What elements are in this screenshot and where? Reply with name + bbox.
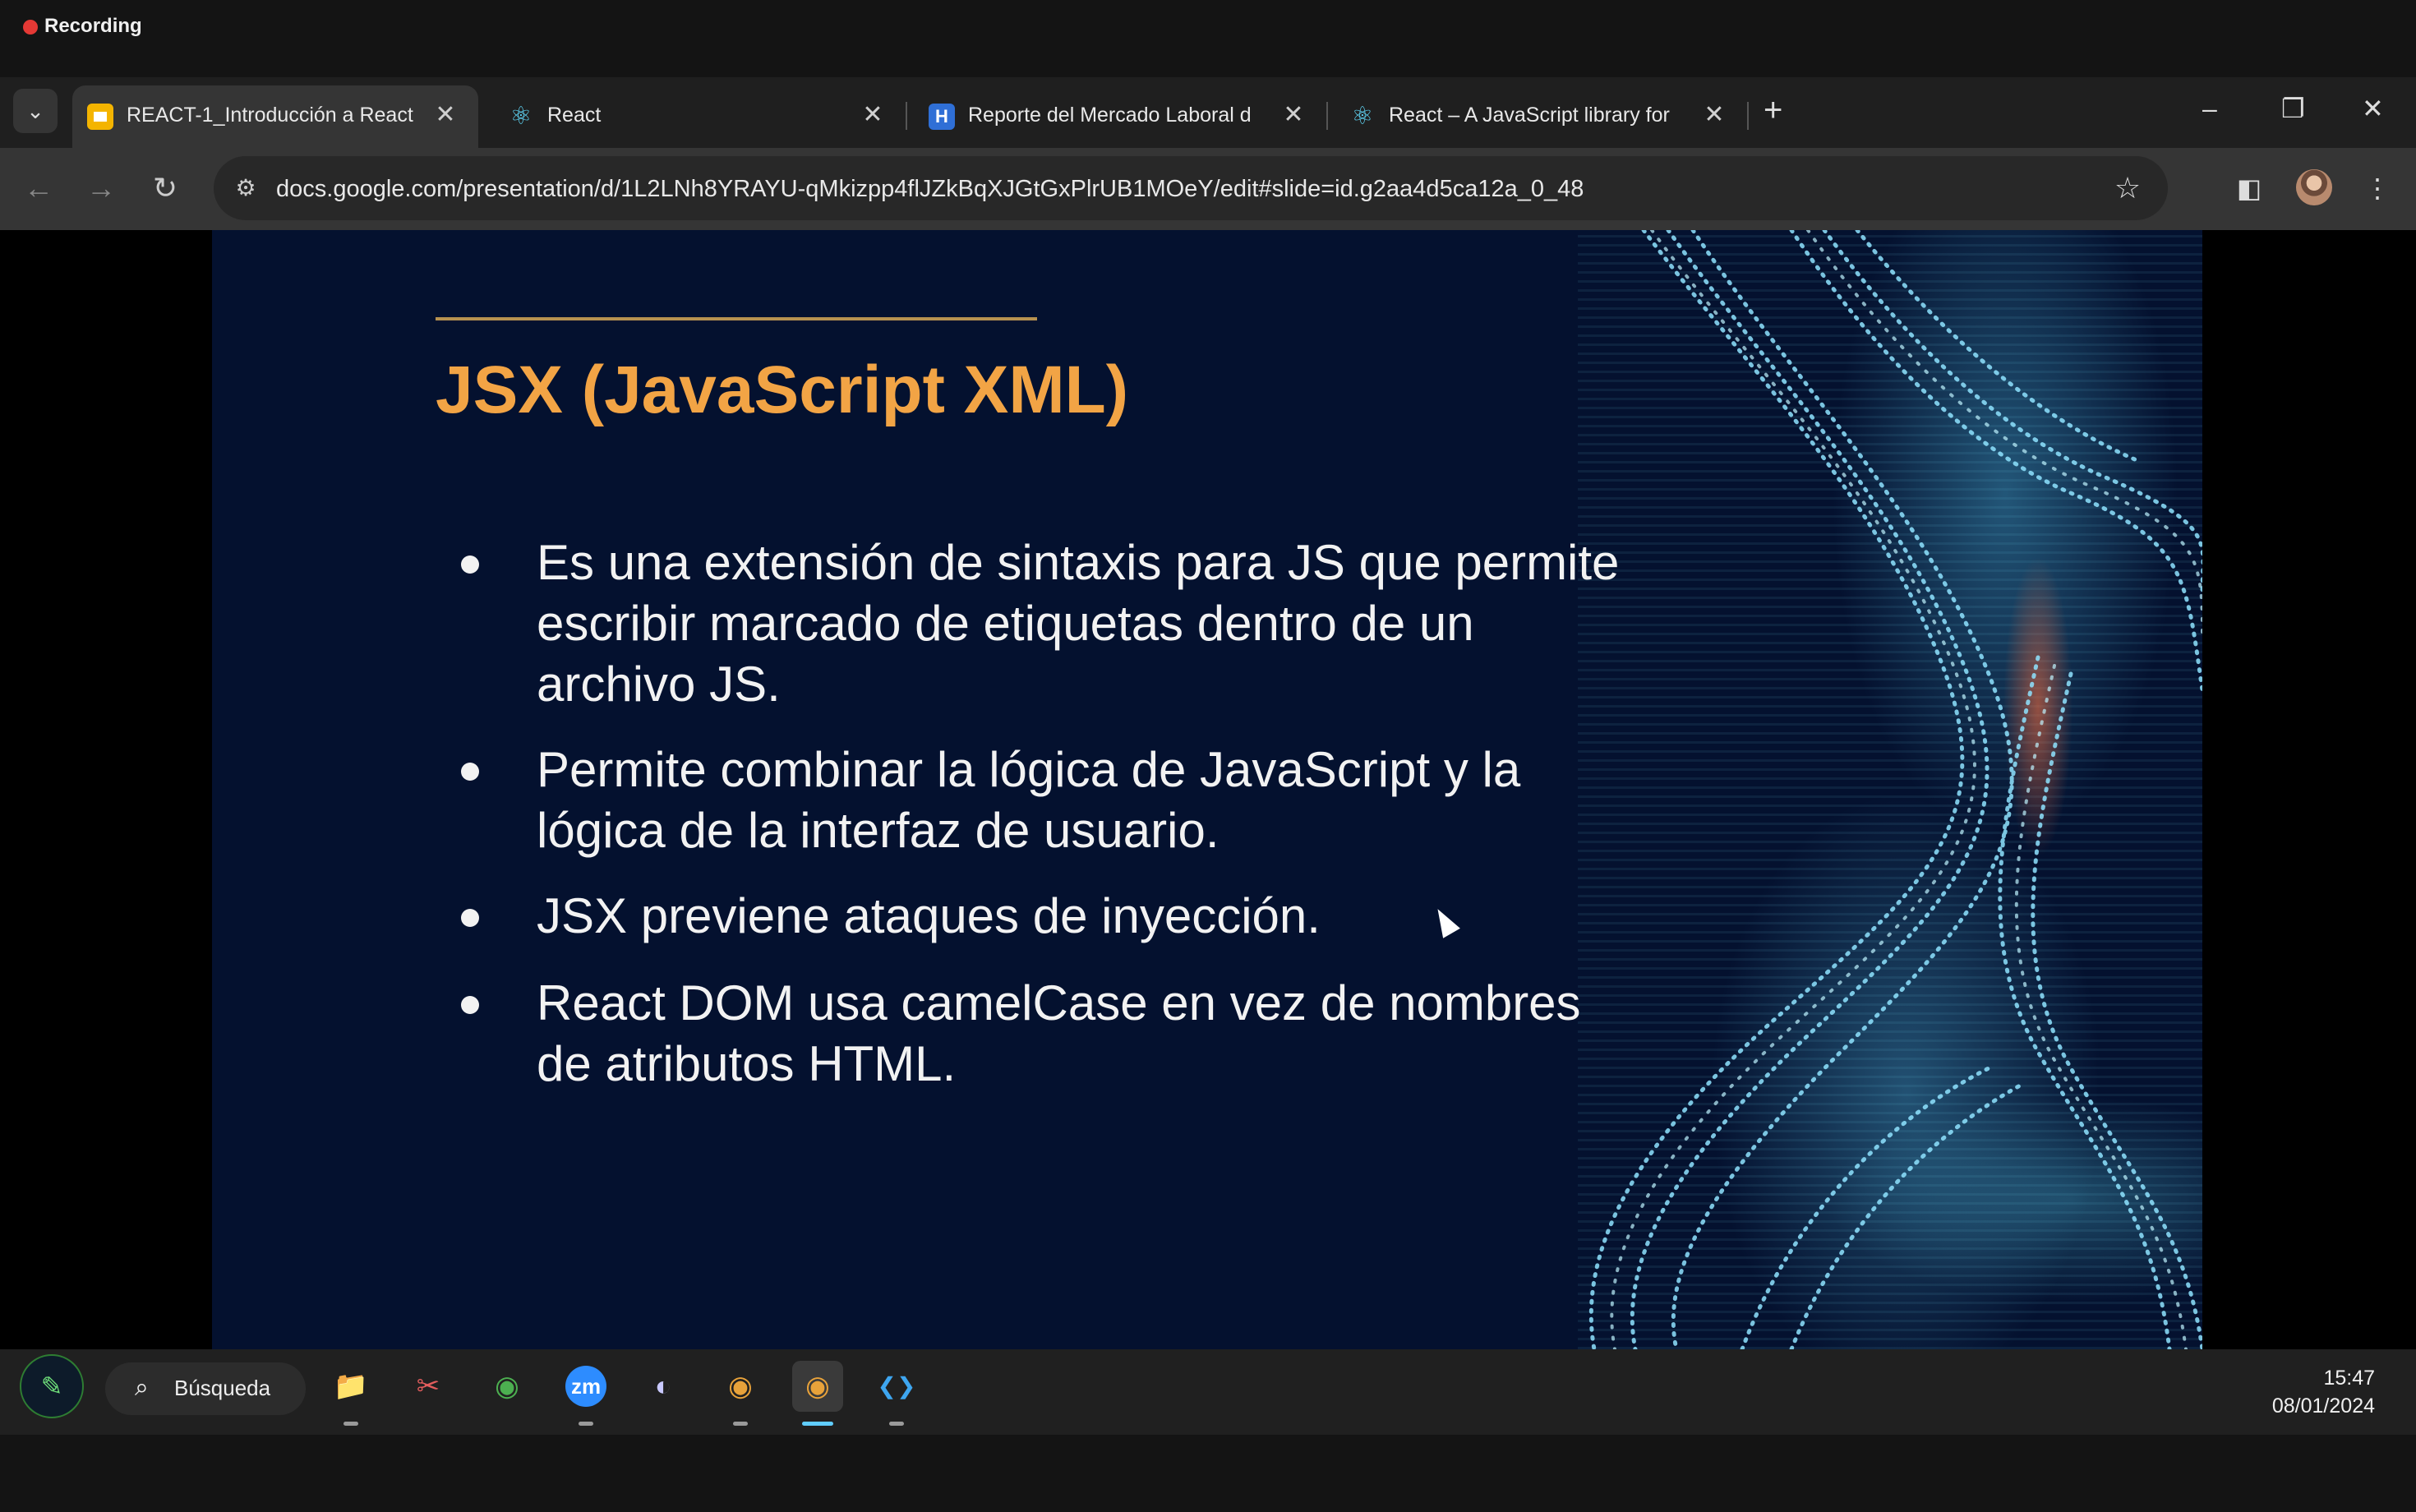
tab-close-icon[interactable]: ✕ (1279, 100, 1308, 130)
clock-date: 08/01/2024 (2271, 1394, 2375, 1418)
recording-bar: Recording (0, 0, 2416, 77)
eclipse-icon[interactable]: ◐ (638, 1361, 689, 1412)
taskbar-search[interactable]: ⌕ Búsqueda (105, 1362, 306, 1415)
bullet-item: Es una extensión de sintaxis para JS que… (459, 532, 1625, 715)
tab-react-library[interactable]: ⚛ React – A JavaScript library for ✕ (1335, 85, 1742, 148)
clock-time: 15:47 (2323, 1367, 2375, 1390)
bookmark-star-icon[interactable]: ☆ (2109, 169, 2146, 207)
search-icon: ⌕ (135, 1374, 149, 1401)
bullet-item: Permite combinar la lógica de JavaScript… (459, 740, 1625, 861)
forward-button[interactable]: → (81, 168, 122, 209)
title-divider (436, 317, 1037, 320)
close-window-button[interactable]: ✕ (2362, 92, 2384, 125)
chrome-icon[interactable]: ◉ (482, 1361, 533, 1412)
active-indicator (802, 1422, 833, 1426)
back-button[interactable]: ← (18, 168, 59, 209)
running-indicator (343, 1422, 358, 1426)
tab-react[interactable]: ⚛ React ✕ (493, 85, 901, 148)
chrome-active-icon[interactable]: ◉ (792, 1361, 843, 1412)
recording-bottom-bar (0, 1435, 2416, 1512)
react-icon: ⚛ (1351, 103, 1374, 130)
running-indicator (889, 1422, 904, 1426)
tab-separator (906, 102, 907, 130)
dot-wave-graphic (1588, 230, 2202, 1349)
bullet-item: React DOM usa camelCase en vez de nombre… (459, 973, 1625, 1095)
h-icon: H (929, 104, 955, 130)
slides-icon (87, 104, 113, 130)
particle-wave-art (1578, 230, 2202, 1349)
chrome-profile-icon[interactable]: ◉ (715, 1361, 766, 1412)
recording-dot-icon (23, 20, 38, 35)
url-text[interactable]: docs.google.com/presentation/d/1L2LNh8YR… (276, 176, 1584, 203)
react-icon: ⚛ (509, 103, 533, 130)
vscode-icon[interactable]: ❮❯ (871, 1361, 922, 1412)
side-panel-icon[interactable]: ◧ (2229, 168, 2270, 209)
recording-label: Recording (44, 15, 142, 37)
tab-reporte-mercado[interactable]: H Reporte del Mercado Laboral d ✕ (914, 85, 1321, 148)
tab-close-icon[interactable]: ✕ (1699, 100, 1729, 130)
tab-search-button[interactable]: ⌄ (13, 89, 58, 133)
tab-title: React (547, 104, 602, 127)
site-info-icon[interactable]: ⚙ (228, 171, 263, 205)
tab-title: Reporte del Mercado Laboral d (968, 104, 1252, 127)
widgets-pen-icon[interactable]: ✎ (20, 1354, 84, 1418)
file-explorer-icon[interactable]: 📁 (325, 1361, 376, 1412)
presentation-slide: JSX (JavaScript XML) Es una extensión de… (212, 230, 2202, 1349)
tab-strip: ⌄ REACT-1_Introducción a React - ✕ ⚛ Rea… (0, 77, 2416, 148)
system-clock[interactable]: 15:47 08/01/2024 (2272, 1364, 2375, 1420)
browser-toolbar: ← → ↻ ⚙ docs.google.com/presentation/d/1… (0, 148, 2416, 230)
running-indicator (579, 1422, 593, 1426)
windows-taskbar: ✎ ⌕ Búsqueda 📁 ✂ ◉ zm ◐ ◉ ◉ ❮❯ 15:47 08/… (0, 1349, 2416, 1435)
slide-title: JSX (JavaScript XML) (436, 353, 1129, 427)
tab-close-icon[interactable]: ✕ (858, 100, 888, 130)
tab-separator (1326, 102, 1328, 130)
search-label: Búsqueda (174, 1376, 271, 1400)
address-bar[interactable]: ⚙ docs.google.com/presentation/d/1L2LNh8… (214, 156, 2168, 220)
snipping-tool-icon[interactable]: ✂ (403, 1361, 454, 1412)
tab-close-icon[interactable]: ✕ (431, 100, 460, 130)
new-tab-button[interactable]: + (1764, 92, 1782, 128)
reload-button[interactable]: ↻ (145, 168, 186, 209)
tab-title: React – A JavaScript library for (1389, 104, 1670, 127)
restore-button[interactable]: ❐ (2281, 92, 2305, 125)
tab-title: REACT-1_Introducción a React - (127, 104, 414, 127)
tab-separator (1747, 102, 1749, 130)
browser-menu-icon[interactable]: ⋮ (2357, 168, 2398, 209)
zoom-icon[interactable]: zm (560, 1361, 611, 1412)
zoom-label: zm (565, 1366, 606, 1407)
running-indicator (733, 1422, 748, 1426)
bullet-list: Es una extensión de sintaxis para JS que… (459, 532, 1625, 1095)
minimize-button[interactable]: – (2202, 92, 2217, 125)
page-viewport: JSX (JavaScript XML) Es una extensión de… (0, 230, 2416, 1349)
profile-avatar[interactable] (2296, 169, 2332, 205)
tab-react-1-slides[interactable]: REACT-1_Introducción a React - ✕ (72, 85, 478, 148)
